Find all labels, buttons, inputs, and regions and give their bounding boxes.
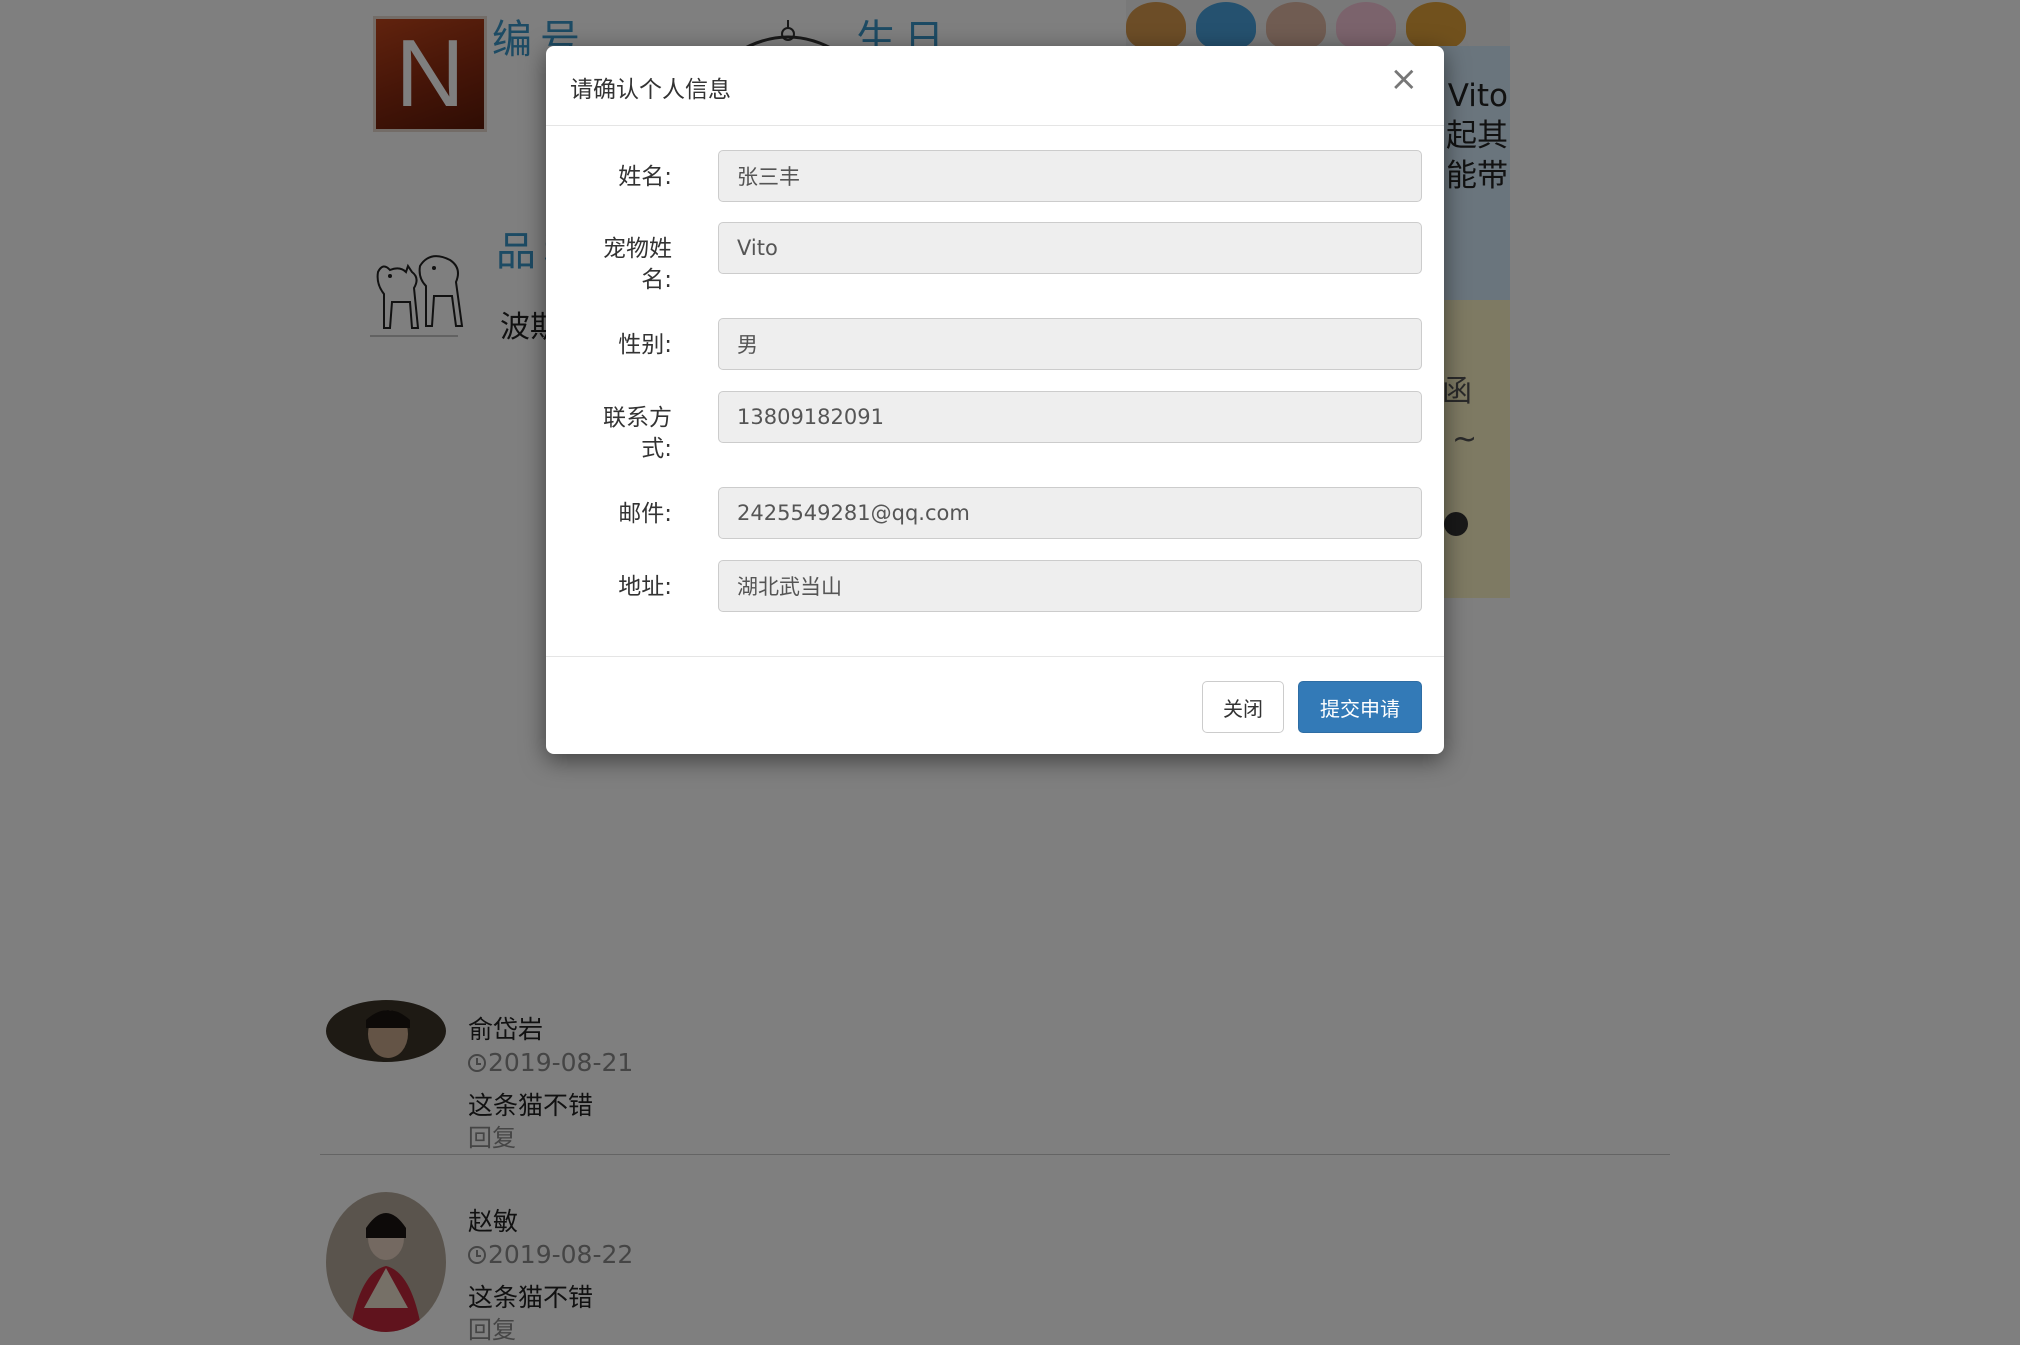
- name-field[interactable]: [718, 150, 1422, 202]
- email-label: 邮件:: [618, 501, 672, 527]
- name-label: 姓名:: [618, 164, 672, 190]
- email-field[interactable]: [718, 487, 1422, 539]
- modal-footer: 关闭 提交申请: [546, 656, 1444, 754]
- gender-field[interactable]: [718, 318, 1422, 370]
- pet-name-field[interactable]: [718, 222, 1422, 274]
- modal-title: 请确认个人信息: [570, 77, 731, 103]
- gender-label: 性别:: [618, 332, 672, 358]
- address-field[interactable]: [718, 560, 1422, 612]
- confirm-info-modal: 请确认个人信息 × 姓名: 宠物姓名: 性别: 联系方式: 邮件: 地址:: [546, 46, 1444, 754]
- modal-header: 请确认个人信息 ×: [546, 46, 1444, 126]
- close-button[interactable]: 关闭: [1202, 681, 1284, 733]
- pet-name-label: 宠物姓名:: [603, 236, 672, 293]
- close-icon[interactable]: ×: [1390, 62, 1419, 96]
- contact-field[interactable]: [718, 391, 1422, 443]
- submit-application-button[interactable]: 提交申请: [1298, 681, 1422, 733]
- page: N 编号 生日 品种 波斯 Vito 起其 能带 函 ~: [0, 0, 2020, 1345]
- address-label: 地址:: [618, 574, 672, 600]
- contact-label: 联系方式:: [603, 405, 672, 462]
